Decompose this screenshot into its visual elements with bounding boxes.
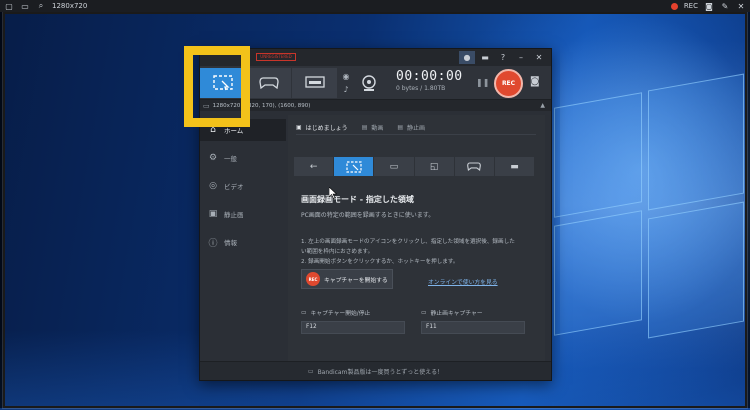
- hotkey-field[interactable]: F11: [421, 321, 525, 334]
- tab-video[interactable]: ▤ 動画: [362, 121, 384, 134]
- sidebar-item-general[interactable]: ⚙ 一般: [200, 147, 286, 169]
- start-capture-label: キャプチャーを開始する: [324, 277, 388, 284]
- footer-text: Bandicam製品版は一度買うとずっと使える！: [317, 368, 444, 376]
- rec-button[interactable]: REC: [494, 69, 523, 98]
- mode-icon-row: ← ▭ ◱ ▬: [294, 157, 535, 176]
- gear-icon: ⚙: [208, 153, 218, 163]
- instruction-steps: 1. 左上の画面録画モードのアイコンをクリックし、指定した領域を選択後、録画した…: [301, 237, 537, 267]
- device-mode-icon[interactable]: ▬: [494, 157, 535, 176]
- tab-label: 動画: [371, 125, 384, 132]
- title-bar: UNREGISTERED ● ▬ ? – ✕: [200, 49, 551, 66]
- hdmi-mode-button[interactable]: [292, 68, 337, 98]
- home-panel: ▣ はじめましょう ▤ 動画 ▤ 静止画 ← ▭ ◱ ▬ 画面録画モード - 指…: [288, 115, 545, 361]
- mic-toggle[interactable]: ◉ ♪: [340, 70, 352, 96]
- region-mode-icon[interactable]: [334, 157, 374, 176]
- around-mouse-mode-icon[interactable]: ◱: [414, 157, 454, 176]
- region-info-bar: ▭ 1280x720 - (320, 170), (1600, 890) ▲: [200, 100, 551, 111]
- camera-icon[interactable]: ◙: [704, 1, 714, 11]
- back-arrow-icon[interactable]: ←: [294, 157, 334, 176]
- image-file-icon: ▤: [397, 124, 404, 131]
- webcam-small-icon: ◉: [342, 72, 350, 81]
- mic-icon: ♪: [343, 85, 349, 94]
- step-1-cont: い範囲を枠内におさめます。: [301, 249, 374, 255]
- mouse-cursor-icon: [329, 187, 337, 199]
- sidebar-item-label: 静止画: [224, 211, 244, 219]
- sidebar: ⌂ ホーム ⚙ 一般 ◎ ビデオ ▣ 静止画 ⓘ 情報: [200, 111, 286, 361]
- region-rec-label[interactable]: REC: [684, 2, 698, 10]
- lock-icon[interactable]: ●: [459, 51, 475, 64]
- gamepad-icon: [258, 77, 279, 89]
- file-size: 0 bytes / 1.80TB: [396, 85, 446, 92]
- tab-image[interactable]: ▤ 静止画: [397, 121, 425, 134]
- brand-logo: UNREGISTERED: [256, 53, 296, 61]
- bandicam-window: UNREGISTERED ● ▬ ? – ✕ ◉ ♪ 00:00:00 0 by…: [199, 48, 552, 381]
- rec-badge-icon: REC: [306, 272, 320, 286]
- search-icon[interactable]: ⌕: [36, 1, 46, 11]
- mode-title: 画面録画モード - 指定した領域: [301, 195, 414, 204]
- pin-icon[interactable]: ▢: [4, 1, 14, 11]
- folder-icon[interactable]: ▬: [477, 51, 493, 64]
- sidebar-item-image[interactable]: ▣ 静止画: [200, 203, 286, 225]
- keyboard-icon: ▭: [301, 309, 307, 316]
- sidebar-item-video[interactable]: ◎ ビデオ: [200, 175, 286, 197]
- start-capture-button[interactable]: REC キャプチャーを開始する: [301, 269, 393, 289]
- hotkey-screenshot: ▭ 静止画キャプチャー F11: [421, 308, 525, 334]
- tab-label: はじめましょう: [305, 125, 348, 132]
- tab-getting-started[interactable]: ▣ はじめましょう: [296, 121, 348, 134]
- mode-description: PC画面の特定の範囲を録画するときに使います。: [301, 212, 435, 219]
- image-icon: ▣: [208, 209, 218, 219]
- online-help-link[interactable]: オンラインで使い方を見る: [428, 277, 498, 286]
- subtab-bar: ▣ はじめましょう ▤ 動画 ▤ 静止画: [296, 121, 536, 135]
- game-mode-button[interactable]: [246, 68, 291, 98]
- timer-display: 00:00:00 0 bytes / 1.80TB: [396, 70, 472, 96]
- fullscreen-mode-icon[interactable]: ▭: [374, 157, 414, 176]
- sidebar-item-label: ビデオ: [224, 183, 244, 191]
- mode-bar: ◉ ♪ 00:00:00 0 bytes / 1.80TB ❚❚ REC ◙: [200, 66, 551, 100]
- video-file-icon: ▤: [361, 124, 368, 131]
- game-mode-icon[interactable]: [454, 157, 494, 176]
- sidebar-item-label: 情報: [224, 239, 237, 247]
- message-icon: ▭: [307, 367, 314, 375]
- hotkey-label: 静止画キャプチャー: [430, 311, 483, 317]
- region-toolbar: ▢ ▭ ⌕ 1280x720 REC ◙ ✎ ✕: [0, 0, 750, 12]
- step-1: 1. 左上の画面録画モードのアイコンをクリックし、指定した領域を選択後、録画した: [301, 239, 515, 245]
- elapsed-time: 00:00:00: [396, 69, 463, 84]
- hdmi-icon: [304, 76, 325, 88]
- pen-icon[interactable]: ✎: [720, 1, 730, 11]
- minimize-icon[interactable]: –: [513, 51, 529, 64]
- window-icon[interactable]: ▭: [20, 1, 30, 11]
- footer-banner[interactable]: ▭ Bandicam製品版は一度買うとずっと使える！: [200, 361, 551, 380]
- sidebar-item-info[interactable]: ⓘ 情報: [200, 231, 286, 253]
- hotkey-field[interactable]: F12: [301, 321, 405, 334]
- webcam-button[interactable]: [356, 70, 382, 96]
- hotkey-start-stop: ▭ キャプチャー開始/停止 F12: [301, 308, 405, 334]
- start-icon: ▣: [296, 124, 302, 131]
- rec-indicator-icon: [670, 2, 678, 10]
- webcam-icon: [362, 75, 376, 91]
- pause-icon[interactable]: ❚❚: [476, 78, 489, 87]
- sidebar-item-label: 一般: [224, 155, 237, 163]
- help-icon[interactable]: ?: [495, 51, 511, 64]
- keyboard-icon: ▭: [421, 309, 427, 316]
- highlight-box: [184, 46, 250, 127]
- video-icon: ◎: [209, 181, 217, 191]
- region-resolution[interactable]: 1280x720: [52, 2, 87, 10]
- screenshot-camera-icon[interactable]: ◙: [530, 76, 540, 87]
- step-2: 2. 録画開始ボタンをクリックするか、ホットキーを押します。: [301, 259, 459, 265]
- close-icon[interactable]: ✕: [531, 51, 547, 64]
- collapse-icon[interactable]: ▲: [540, 102, 545, 109]
- close-icon[interactable]: ✕: [736, 1, 746, 11]
- tab-label: 静止画: [407, 125, 426, 132]
- hotkey-label: キャプチャー開始/停止: [310, 311, 371, 317]
- info-icon: ⓘ: [208, 238, 218, 249]
